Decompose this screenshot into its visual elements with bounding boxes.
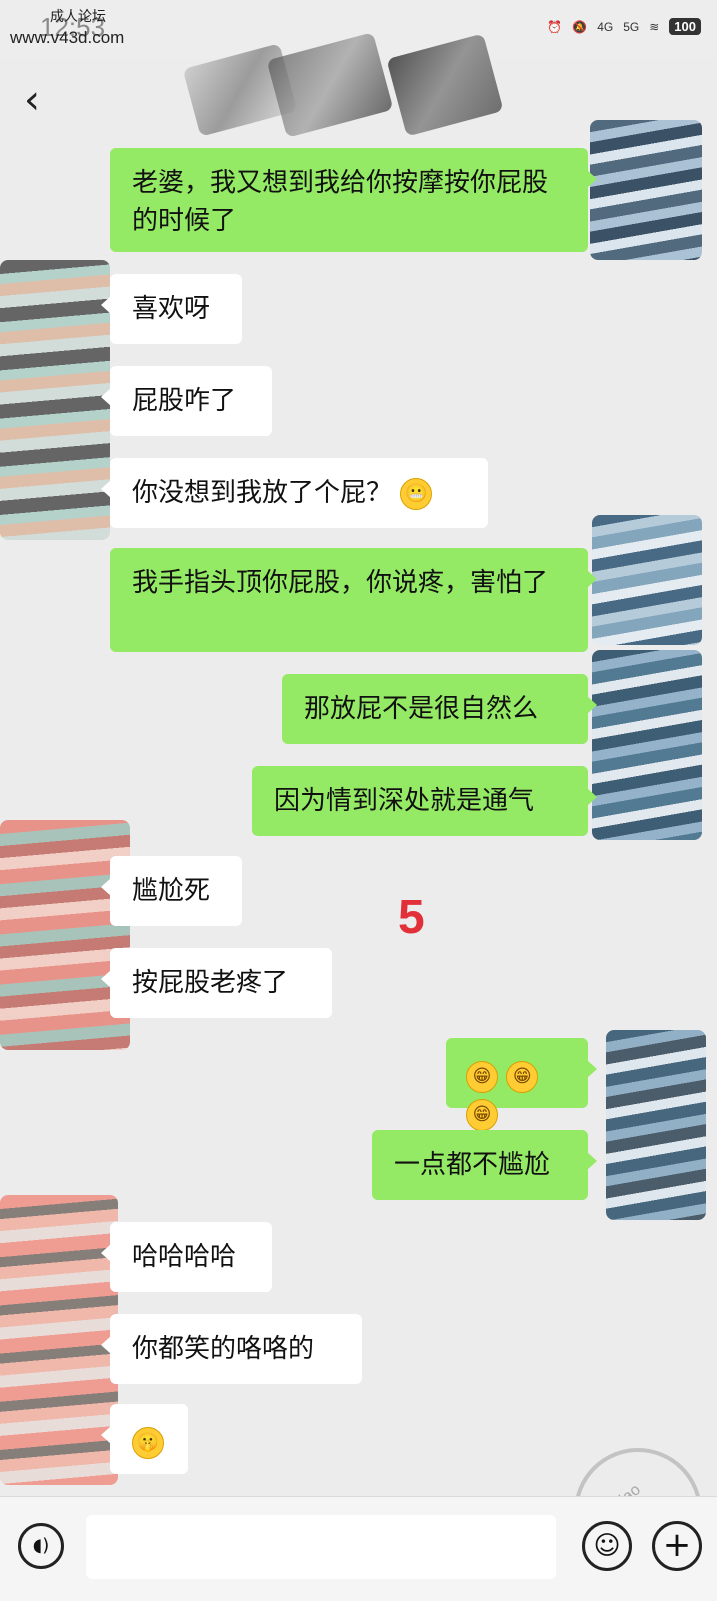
message-received[interactable]: 你都笑的咯咯的 bbox=[101, 1314, 362, 1384]
chevron-left-icon[interactable]: ‹ bbox=[24, 80, 40, 120]
message-sent[interactable]: 老婆，我又想到我给你按摩按你屁股的时候了 bbox=[110, 148, 597, 252]
message-text: 按屁股老疼了 bbox=[132, 968, 289, 998]
avatar-scribble bbox=[606, 1030, 706, 1220]
input-bar: ◖) ☺ + bbox=[0, 1496, 717, 1601]
message-text: 因为情到深处就是通气 bbox=[274, 786, 535, 816]
message-text: 我手指头顶你屁股，你说疼，害怕了 bbox=[132, 568, 549, 598]
message-sent[interactable]: 因为情到深处就是通气 bbox=[252, 766, 597, 836]
message-sent[interactable]: 我手指头顶你屁股，你说疼，害怕了 bbox=[110, 548, 597, 652]
message-text: 哈哈哈哈 bbox=[132, 1242, 237, 1272]
grin-emoji-icon: 😁 bbox=[506, 1060, 539, 1093]
message-received[interactable]: 屁股咋了 bbox=[101, 366, 272, 436]
message-text: 一点都不尴尬 bbox=[394, 1150, 551, 1180]
overlay-mark: 5 bbox=[398, 891, 425, 944]
avatar-scribble bbox=[592, 515, 702, 645]
message-text: 尴尬死 bbox=[132, 876, 211, 906]
status-icons: ⏰ 🔕 4G 5G ≋ 100 bbox=[547, 18, 701, 35]
watermark-url: www.v43d.com bbox=[10, 28, 125, 47]
message-input[interactable] bbox=[86, 1515, 556, 1579]
network-4g: 4G bbox=[597, 19, 614, 34]
message-text: 老婆，我又想到我给你按摩按你屁股的时候了 bbox=[132, 168, 549, 236]
message-text: 你没想到我放了个屁？ bbox=[132, 478, 393, 508]
message-text: 你都笑的咯咯的 bbox=[132, 1334, 315, 1364]
message-received[interactable]: 哈哈哈哈 bbox=[101, 1222, 272, 1292]
alarm-icon: ⏰ bbox=[547, 19, 563, 34]
wifi-icon: ≋ bbox=[649, 19, 660, 34]
voice-icon[interactable]: ◖) bbox=[18, 1523, 64, 1569]
emoji-button-icon[interactable]: ☺ bbox=[582, 1521, 632, 1571]
message-received[interactable]: 按屁股老疼了 bbox=[101, 948, 332, 1018]
watermark-title: 成人论坛 bbox=[50, 9, 106, 25]
message-received[interactable]: 尴尬死 bbox=[101, 856, 242, 926]
message-received[interactable]: 喜欢呀 bbox=[101, 274, 242, 344]
message-text: 屁股咋了 bbox=[132, 386, 237, 416]
message-received[interactable]: 你没想到我放了个屁？ 😬 bbox=[101, 458, 488, 528]
tearful-grin-emoji-icon: 😬 bbox=[400, 477, 433, 510]
grin-emoji-icon: 😁 bbox=[466, 1098, 498, 1131]
avatar-scribble bbox=[592, 650, 702, 840]
plus-icon[interactable]: + bbox=[652, 1521, 702, 1571]
grin-emoji-icon: 😁 bbox=[466, 1060, 498, 1093]
message-received-emoji[interactable]: 🤫 bbox=[101, 1404, 188, 1474]
message-sent-emoji[interactable]: 😁 😁 😁 bbox=[446, 1038, 597, 1131]
message-text: 喜欢呀 bbox=[132, 294, 211, 324]
network-5g: 5G bbox=[623, 19, 640, 34]
message-text: 那放屁不是很自然么 bbox=[304, 694, 539, 724]
message-sent[interactable]: 一点都不尴尬 bbox=[372, 1130, 597, 1200]
avatar-scribble bbox=[0, 260, 110, 540]
shush-emoji-icon: 🤫 bbox=[132, 1426, 164, 1459]
battery-indicator: 100 bbox=[669, 18, 701, 35]
avatar-scribble bbox=[590, 120, 702, 260]
message-sent[interactable]: 那放屁不是很自然么 bbox=[282, 674, 597, 744]
mute-icon: 🔕 bbox=[572, 19, 588, 34]
